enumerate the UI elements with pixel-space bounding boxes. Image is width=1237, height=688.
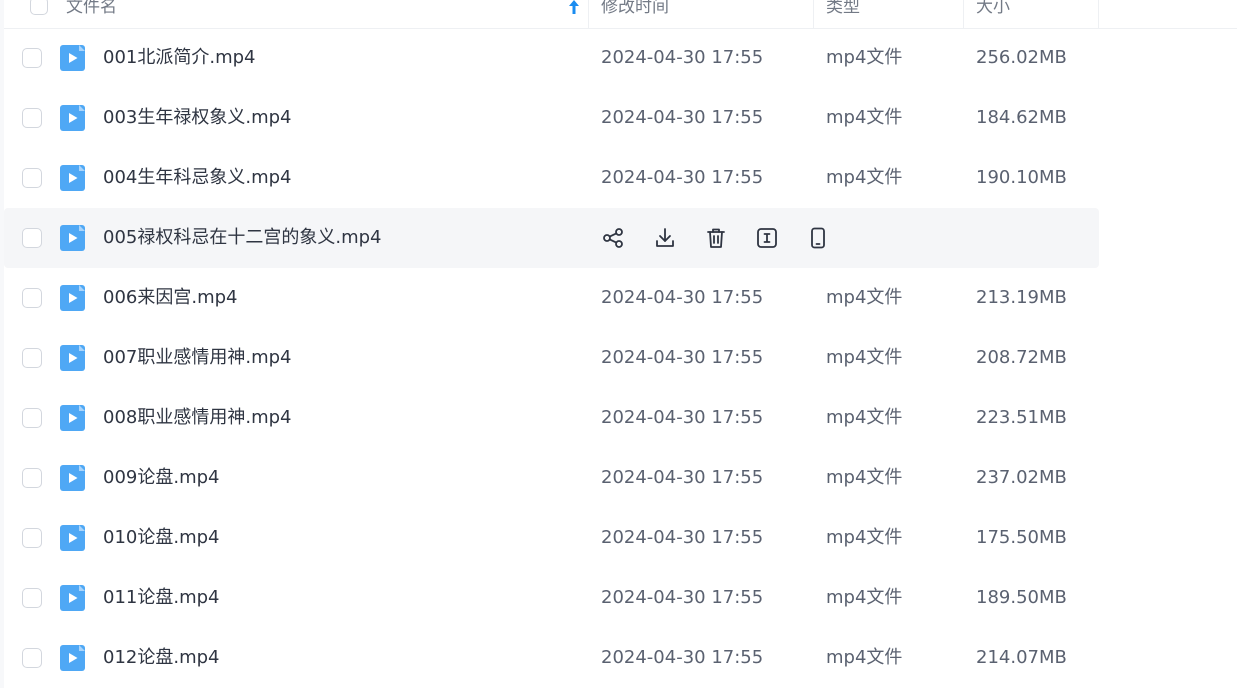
file-type: mp4文件 xyxy=(826,527,903,548)
file-name[interactable]: 005禄权科忌在十二宫的象义.mp4 xyxy=(103,208,382,268)
file-type: mp4文件 xyxy=(826,467,903,488)
file-modified: 2024-04-30 17:55 xyxy=(601,647,764,668)
file-modified: 2024-04-30 17:55 xyxy=(601,407,764,428)
trash-icon[interactable] xyxy=(704,226,728,250)
video-file-icon xyxy=(60,225,85,251)
file-modified: 2024-04-30 17:55 xyxy=(601,347,764,368)
video-file-icon xyxy=(60,165,85,191)
table-row[interactable]: 001北派简介.mp4 2024-04-30 17:55 mp4文件 256.0… xyxy=(4,28,1099,88)
row-checkbox[interactable] xyxy=(22,528,42,548)
file-modified: 2024-04-30 17:55 xyxy=(601,587,764,608)
row-checkbox[interactable] xyxy=(22,48,42,68)
column-header-name[interactable]: 文件名 xyxy=(54,0,589,28)
file-size: 213.19MB xyxy=(976,287,1067,308)
file-modified: 2024-04-30 17:55 xyxy=(601,527,764,548)
column-header-type[interactable]: 类型 xyxy=(814,0,964,28)
row-checkbox[interactable] xyxy=(22,648,42,668)
file-name[interactable]: 009论盘.mp4 xyxy=(103,448,220,508)
file-modified: 2024-04-30 17:55 xyxy=(601,107,764,128)
table-row[interactable]: 010论盘.mp4 2024-04-30 17:55 mp4文件 175.50M… xyxy=(4,508,1099,568)
table-row[interactable]: 012论盘.mp4 2024-04-30 17:55 mp4文件 214.07M… xyxy=(4,628,1099,688)
row-checkbox[interactable] xyxy=(22,408,42,428)
file-size: 223.51MB xyxy=(976,407,1067,428)
sort-ascending-icon[interactable] xyxy=(567,0,581,16)
download-icon[interactable] xyxy=(653,226,677,250)
file-size: 256.02MB xyxy=(976,47,1067,68)
table-row[interactable]: 004生年科忌象义.mp4 2024-04-30 17:55 mp4文件 190… xyxy=(4,148,1099,208)
file-type: mp4文件 xyxy=(826,47,903,68)
row-checkbox[interactable] xyxy=(22,348,42,368)
rename-icon[interactable] xyxy=(755,226,779,250)
row-checkbox[interactable] xyxy=(22,168,42,188)
file-type: mp4文件 xyxy=(826,587,903,608)
file-type: mp4文件 xyxy=(826,107,903,128)
column-header-size[interactable]: 大小 xyxy=(964,0,1099,28)
file-name[interactable]: 001北派简介.mp4 xyxy=(103,28,256,88)
file-size: 208.72MB xyxy=(976,347,1067,368)
table-row[interactable]: 009论盘.mp4 2024-04-30 17:55 mp4文件 237.02M… xyxy=(4,448,1099,508)
file-name[interactable]: 007职业感情用神.mp4 xyxy=(103,328,292,388)
video-file-icon xyxy=(60,585,85,611)
table-row[interactable]: 003生年禄权象义.mp4 2024-04-30 17:55 mp4文件 184… xyxy=(4,88,1099,148)
row-checkbox[interactable] xyxy=(22,468,42,488)
select-all-checkbox[interactable] xyxy=(30,0,48,15)
file-type: mp4文件 xyxy=(826,287,903,308)
video-file-icon xyxy=(60,45,85,71)
file-size: 190.10MB xyxy=(976,167,1067,188)
table-header: 文件名 修改时间 类型 大小 xyxy=(4,0,1237,29)
file-type: mp4文件 xyxy=(826,347,903,368)
table-row[interactable]: 006来因宫.mp4 2024-04-30 17:55 mp4文件 213.19… xyxy=(4,268,1099,328)
file-type: mp4文件 xyxy=(826,407,903,428)
file-size: 175.50MB xyxy=(976,527,1067,548)
file-type: mp4文件 xyxy=(826,167,903,188)
video-file-icon xyxy=(60,465,85,491)
column-header-modified[interactable]: 修改时间 xyxy=(589,0,814,28)
file-list: 001北派简介.mp4 2024-04-30 17:55 mp4文件 256.0… xyxy=(4,28,1237,688)
table-row[interactable]: 007职业感情用神.mp4 2024-04-30 17:55 mp4文件 208… xyxy=(4,328,1099,388)
file-name[interactable]: 008职业感情用神.mp4 xyxy=(103,388,292,448)
file-name[interactable]: 006来因宫.mp4 xyxy=(103,268,238,328)
file-type: mp4文件 xyxy=(826,647,903,668)
file-modified: 2024-04-30 17:55 xyxy=(601,467,764,488)
file-size: 184.62MB xyxy=(976,107,1067,128)
file-size: 189.50MB xyxy=(976,587,1067,608)
video-file-icon xyxy=(60,525,85,551)
file-modified: 2024-04-30 17:55 xyxy=(601,167,764,188)
video-file-icon xyxy=(60,405,85,431)
file-name[interactable]: 004生年科忌象义.mp4 xyxy=(103,148,292,208)
file-name[interactable]: 010论盘.mp4 xyxy=(103,508,220,568)
video-file-icon xyxy=(60,285,85,311)
video-file-icon xyxy=(60,345,85,371)
share-icon[interactable] xyxy=(601,226,625,250)
row-checkbox[interactable] xyxy=(22,108,42,128)
phone-icon[interactable] xyxy=(806,226,830,250)
file-size: 214.07MB xyxy=(976,647,1067,668)
file-modified: 2024-04-30 17:55 xyxy=(601,47,764,68)
video-file-icon xyxy=(60,105,85,131)
file-size: 237.02MB xyxy=(976,467,1067,488)
row-checkbox[interactable] xyxy=(22,288,42,308)
table-row-hovered[interactable]: 005禄权科忌在十二宫的象义.mp4 xyxy=(4,208,1099,268)
file-name[interactable]: 012论盘.mp4 xyxy=(103,628,220,688)
row-checkbox[interactable] xyxy=(22,588,42,608)
row-checkbox[interactable] xyxy=(22,228,42,248)
video-file-icon xyxy=(60,645,85,671)
table-row[interactable]: 011论盘.mp4 2024-04-30 17:55 mp4文件 189.50M… xyxy=(4,568,1099,628)
file-name[interactable]: 011论盘.mp4 xyxy=(103,568,220,628)
table-row[interactable]: 008职业感情用神.mp4 2024-04-30 17:55 mp4文件 223… xyxy=(4,388,1099,448)
file-name[interactable]: 003生年禄权象义.mp4 xyxy=(103,88,292,148)
file-modified: 2024-04-30 17:55 xyxy=(601,287,764,308)
